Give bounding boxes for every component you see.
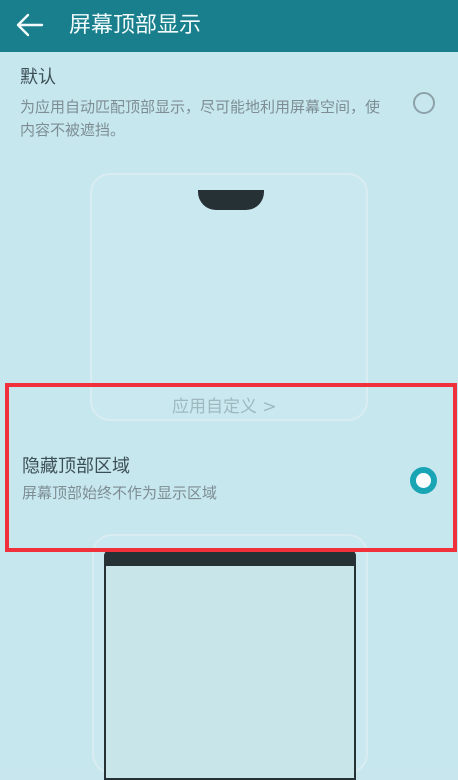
preview-hide-top-phone [92,534,368,780]
hidden-top-bar-icon [104,550,356,780]
title-bar: 屏幕顶部显示 [0,0,458,52]
option-default-description: 为应用自动匹配顶部显示，尽可能地利用屏幕空间，使内容不被遮挡。 [20,98,381,139]
highlight-annotation-box [5,383,457,552]
option-default-radio[interactable] [413,92,435,114]
page-title: 屏幕顶部显示 [69,13,202,38]
notch-icon [198,190,264,210]
option-default-title: 默认 [20,67,56,88]
back-arrow-icon[interactable] [14,10,48,40]
